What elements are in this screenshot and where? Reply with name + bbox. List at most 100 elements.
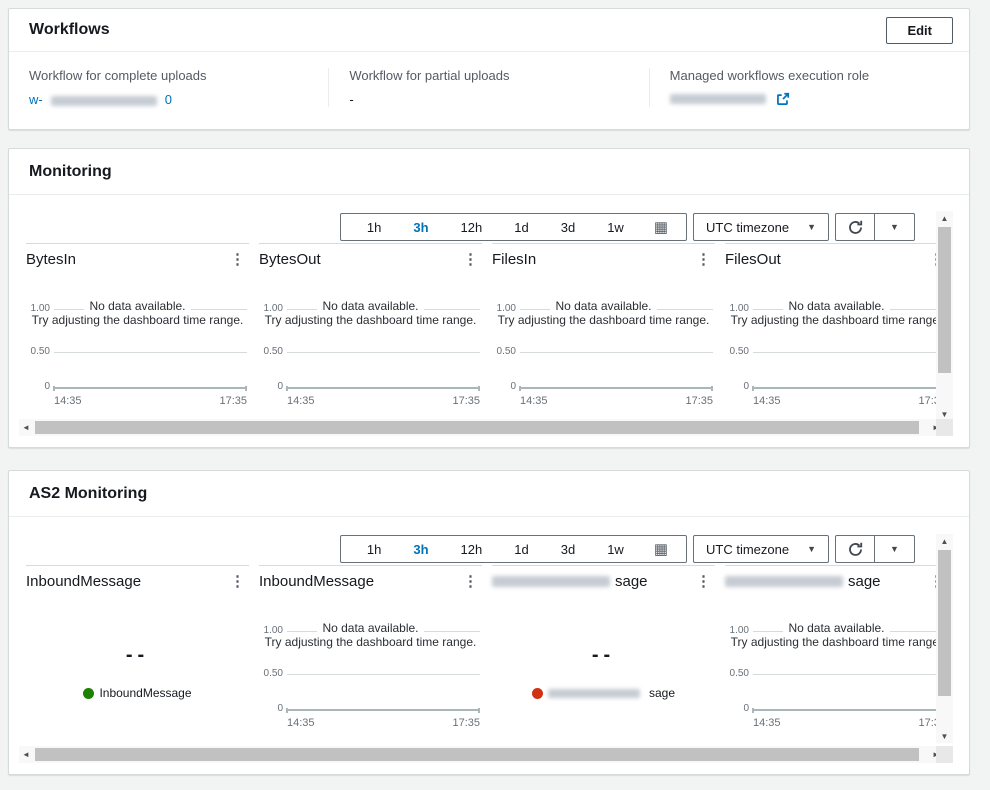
y-tick: 0.50 (492, 346, 516, 357)
empty-chart: 1.00 0.50 0 No data available. Try adjus… (259, 618, 482, 726)
refresh-button[interactable] (835, 535, 875, 563)
external-link-icon[interactable] (776, 92, 790, 106)
widget-menu-icon[interactable]: ⋮ (226, 573, 249, 590)
y-tick: 0 (725, 703, 749, 714)
scrollbar-corner (936, 746, 953, 763)
gridline (287, 674, 480, 675)
widget-menu-icon[interactable]: ⋮ (459, 573, 482, 590)
timezone-dropdown[interactable]: UTC timezone ▼ (693, 535, 829, 563)
y-tick: 0.50 (259, 668, 283, 679)
calendar-icon[interactable]: ▦ (640, 542, 676, 557)
refresh-options-button[interactable]: ▼ (875, 535, 915, 563)
widget-menu-icon[interactable]: ⋮ (692, 251, 715, 268)
scrollbar-thumb[interactable] (35, 421, 919, 434)
gridline (54, 352, 247, 353)
scroll-left-icon[interactable]: ◄ (19, 746, 33, 763)
scrollbar-thumb[interactable] (35, 748, 919, 761)
chart-widget-filesout: FilesOut ⋮ 1.00 0.50 0 No data available… (725, 243, 948, 403)
workflows-panel: Workflows Edit Workflow for complete upl… (8, 8, 970, 130)
scrollbar-thumb[interactable] (938, 227, 951, 373)
x-axis-line (752, 387, 946, 390)
legend-label: InboundMessage (99, 686, 191, 700)
y-tick: 0.50 (725, 346, 749, 357)
chevron-down-icon: ▼ (890, 544, 899, 554)
execution-role-field: Managed workflows execution role (649, 68, 969, 107)
range-1w[interactable]: 1w (591, 542, 640, 557)
as2-monitoring-panel: AS2 Monitoring 1h 3h 12h 1d 3d 1w ▦ UTC … (8, 470, 970, 775)
range-1w[interactable]: 1w (591, 220, 640, 235)
redacted-text (51, 96, 157, 106)
horizontal-scrollbar[interactable]: ◄ ► (19, 746, 943, 763)
metric-value: -- (26, 644, 249, 667)
calendar-icon[interactable]: ▦ (640, 220, 676, 235)
field-value: - (349, 92, 628, 107)
timezone-dropdown[interactable]: UTC timezone ▼ (693, 213, 829, 241)
y-tick: 0.50 (725, 668, 749, 679)
chart-widget-redacted-2: sage ⋮ 1.00 0.50 0 No data available. Tr… (725, 565, 948, 725)
redacted-text (548, 689, 640, 698)
y-tick: 0 (259, 381, 283, 392)
value-chart: -- InboundMessage (26, 618, 249, 726)
dashboard-controls: 1h 3h 12h 1d 3d 1w ▦ UTC timezone ▼ ▼ (340, 213, 915, 241)
scroll-down-icon[interactable]: ▼ (936, 729, 953, 743)
range-3d[interactable]: 3d (545, 542, 591, 557)
x-axis-line (286, 709, 480, 712)
range-12h[interactable]: 12h (445, 220, 499, 235)
y-tick: 0.50 (259, 346, 283, 357)
empty-chart: 1.00 0.50 0 No data available. Try adjus… (26, 296, 249, 404)
scroll-up-icon[interactable]: ▲ (936, 534, 953, 548)
vertical-scrollbar[interactable]: ▲ ▼ (936, 534, 953, 743)
chevron-down-icon: ▼ (807, 222, 816, 232)
chart-widget-bytesin: BytesIn ⋮ 1.00 0.50 0 No data available.… (26, 243, 249, 403)
y-tick: 0 (492, 381, 516, 392)
widget-menu-icon[interactable]: ⋮ (692, 573, 715, 590)
range-12h[interactable]: 12h (445, 542, 499, 557)
chart-title: FilesIn (492, 251, 536, 268)
workflow-id-link[interactable]: w-0 (29, 92, 172, 107)
no-data-message: No data available. Try adjusting the das… (259, 621, 482, 649)
field-label: Managed workflows execution role (670, 68, 949, 83)
widget-menu-icon[interactable]: ⋮ (459, 251, 482, 268)
metric-value: -- (492, 644, 715, 667)
edit-button[interactable]: Edit (886, 17, 953, 44)
y-tick: 0.50 (26, 346, 50, 357)
chart-title: InboundMessage (259, 573, 374, 590)
dashboard-controls: 1h 3h 12h 1d 3d 1w ▦ UTC timezone ▼ ▼ (340, 535, 915, 563)
range-1h[interactable]: 1h (351, 220, 397, 235)
chart-legend: InboundMessage (26, 686, 249, 700)
x-ticks: 14:3517:35 (54, 395, 247, 407)
vertical-scrollbar[interactable]: ▲ ▼ (936, 211, 953, 421)
range-1d[interactable]: 1d (498, 220, 544, 235)
range-1d[interactable]: 1d (498, 542, 544, 557)
legend-label: sage (649, 686, 675, 700)
redacted-text (725, 576, 843, 587)
chevron-down-icon: ▼ (807, 544, 816, 554)
scroll-left-icon[interactable]: ◄ (19, 419, 33, 436)
chart-widget-inboundmessage-1: InboundMessage ⋮ -- InboundMessage (26, 565, 249, 725)
range-1h[interactable]: 1h (351, 542, 397, 557)
chart-widget-redacted-1: sage ⋮ -- sage (492, 565, 715, 725)
horizontal-scrollbar[interactable]: ◄ ► (19, 419, 943, 436)
refresh-options-button[interactable]: ▼ (875, 213, 915, 241)
legend-dot-green (83, 688, 94, 699)
empty-chart: 1.00 0.50 0 No data available. Try adjus… (492, 296, 715, 404)
refresh-button[interactable] (835, 213, 875, 241)
range-3h[interactable]: 3h (397, 542, 444, 557)
range-3h[interactable]: 3h (397, 220, 444, 235)
x-axis-line (53, 387, 247, 390)
monitoring-panel: Monitoring 1h 3h 12h 1d 3d 1w ▦ UTC time… (8, 148, 970, 448)
timezone-label: UTC timezone (706, 542, 789, 557)
field-label: Workflow for partial uploads (349, 68, 628, 83)
x-ticks: 14:3517:35 (287, 395, 480, 407)
as2-monitoring-title: AS2 Monitoring (29, 485, 147, 503)
empty-chart: 1.00 0.50 0 No data available. Try adjus… (259, 296, 482, 404)
gridline (753, 674, 946, 675)
widget-menu-icon[interactable]: ⋮ (226, 251, 249, 268)
value-chart: -- sage (492, 618, 715, 726)
range-3d[interactable]: 3d (545, 220, 591, 235)
scrollbar-thumb[interactable] (938, 550, 951, 696)
scroll-up-icon[interactable]: ▲ (936, 211, 953, 225)
x-axis-line (286, 387, 480, 390)
x-ticks: 14:3517:35 (753, 395, 946, 407)
gridline (753, 352, 946, 353)
